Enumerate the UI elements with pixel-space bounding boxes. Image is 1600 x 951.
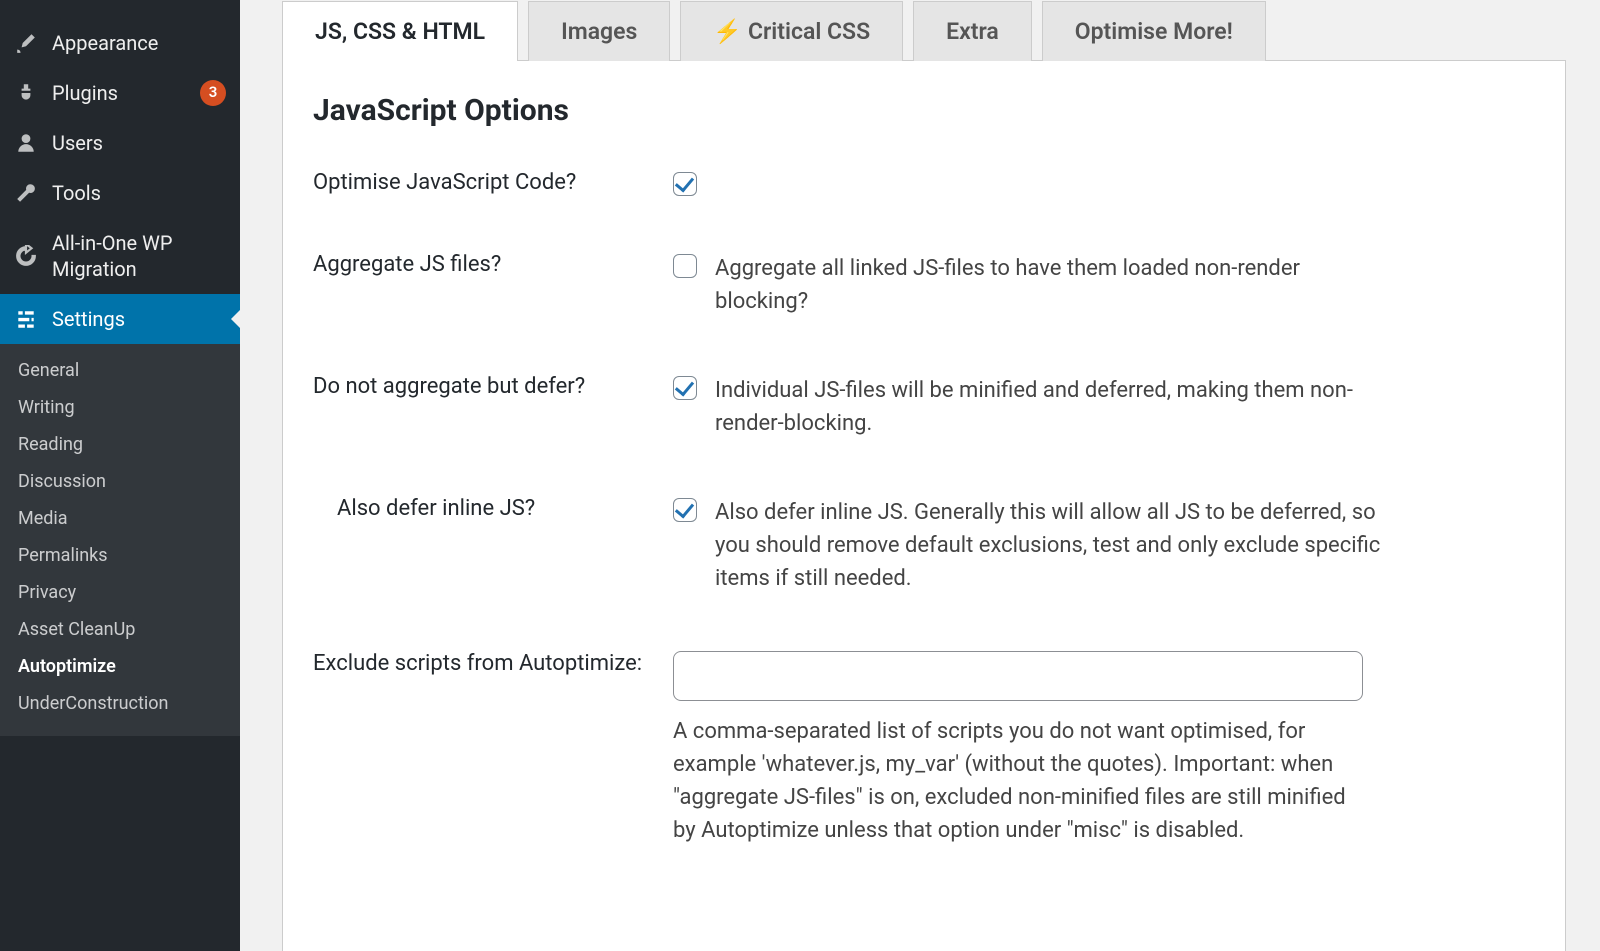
checkbox-aggregate[interactable] — [673, 254, 697, 278]
tab-label: Critical CSS — [748, 18, 870, 45]
migrate-icon — [14, 244, 38, 268]
main-content: JS, CSS & HTML Images ⚡Critical CSS Extra Op… — [240, 0, 1600, 951]
checkbox-optimise-js[interactable] — [673, 172, 697, 196]
desc-defer-inline: Also defer inline JS. Generally this wil… — [715, 496, 1395, 595]
desc-defer: Individual JS-files will be minified and… — [715, 374, 1395, 440]
tab-js-css-html[interactable]: JS, CSS & HTML — [282, 1, 518, 61]
row-defer-inline: Also defer inline JS? Also defer inline … — [313, 496, 1535, 595]
submenu-media[interactable]: Media — [0, 500, 240, 537]
sidebar-item-users[interactable]: Users — [0, 118, 240, 168]
tab-critical-css[interactable]: ⚡Critical CSS — [680, 1, 903, 61]
input-exclude[interactable] — [673, 651, 1363, 701]
brush-icon — [14, 31, 38, 55]
submenu-general[interactable]: General — [0, 352, 240, 389]
label-optimise-js: Optimise JavaScript Code? — [313, 170, 673, 195]
desc-exclude: A comma-separated list of scripts you do… — [673, 715, 1353, 847]
submenu-underconstruction[interactable]: UnderConstruction — [0, 685, 240, 722]
sliders-icon — [14, 307, 38, 331]
checkbox-defer-inline[interactable] — [673, 498, 697, 522]
sidebar-item-plugins[interactable]: Plugins 3 — [0, 68, 240, 118]
submenu-privacy[interactable]: Privacy — [0, 574, 240, 611]
section-title: JavaScript Options — [313, 93, 1535, 128]
update-badge: 3 — [200, 80, 226, 106]
label-defer-inline: Also defer inline JS? — [313, 496, 673, 521]
plug-icon — [14, 81, 38, 105]
user-icon — [14, 131, 38, 155]
submenu-asset-cleanup[interactable]: Asset CleanUp — [0, 611, 240, 648]
lightning-icon: ⚡ — [713, 18, 742, 45]
wrench-icon — [14, 181, 38, 205]
row-defer: Do not aggregate but defer? Individual J… — [313, 374, 1535, 440]
tab-images[interactable]: Images — [528, 1, 670, 61]
submenu-autoptimize[interactable]: Autoptimize — [0, 648, 240, 685]
sidebar-item-label: Appearance — [52, 30, 226, 56]
tab-optimise-more-[interactable]: Optimise More! — [1042, 1, 1266, 61]
sidebar-item-label: Settings — [52, 306, 226, 332]
tab-extra[interactable]: Extra — [913, 1, 1032, 61]
sidebar-item-tools[interactable]: Tools — [0, 168, 240, 218]
settings-submenu: GeneralWritingReadingDiscussionMediaPerm… — [0, 344, 240, 736]
tab-label: Optimise More! — [1075, 18, 1233, 45]
tab-label: Images — [561, 18, 637, 45]
label-aggregate: Aggregate JS files? — [313, 252, 673, 277]
sidebar-item-appearance[interactable]: Appearance — [0, 18, 240, 68]
desc-aggregate: Aggregate all linked JS-files to have th… — [715, 252, 1395, 318]
tab-label: JS, CSS & HTML — [315, 18, 485, 45]
checkbox-defer[interactable] — [673, 376, 697, 400]
sidebar-item-label: Tools — [52, 180, 226, 206]
label-defer: Do not aggregate but defer? — [313, 374, 673, 399]
admin-sidebar: Appearance Plugins 3 Users Tools All-in-One W… — [0, 0, 240, 951]
label-exclude: Exclude scripts from Autoptimize: — [313, 651, 673, 676]
submenu-writing[interactable]: Writing — [0, 389, 240, 426]
settings-panel: JavaScript Options Optimise JavaScript C… — [282, 60, 1566, 951]
tab-label: Extra — [946, 18, 999, 45]
sidebar-item-label: All-in-One WP Migration — [52, 230, 226, 282]
row-aggregate: Aggregate JS files? Aggregate all linked… — [313, 252, 1535, 318]
sidebar-item-label: Users — [52, 130, 226, 156]
settings-tabs: JS, CSS & HTML Images ⚡Critical CSS Extra Op… — [282, 0, 1566, 60]
sidebar-item-all-in-one-wp-migration[interactable]: All-in-One WP Migration — [0, 218, 240, 294]
submenu-reading[interactable]: Reading — [0, 426, 240, 463]
sidebar-item-settings[interactable]: Settings — [0, 294, 240, 344]
sidebar-item-label: Plugins — [52, 80, 186, 106]
submenu-discussion[interactable]: Discussion — [0, 463, 240, 500]
submenu-permalinks[interactable]: Permalinks — [0, 537, 240, 574]
row-optimise-js: Optimise JavaScript Code? — [313, 170, 1535, 196]
row-exclude: Exclude scripts from Autoptimize: A comm… — [313, 651, 1535, 847]
